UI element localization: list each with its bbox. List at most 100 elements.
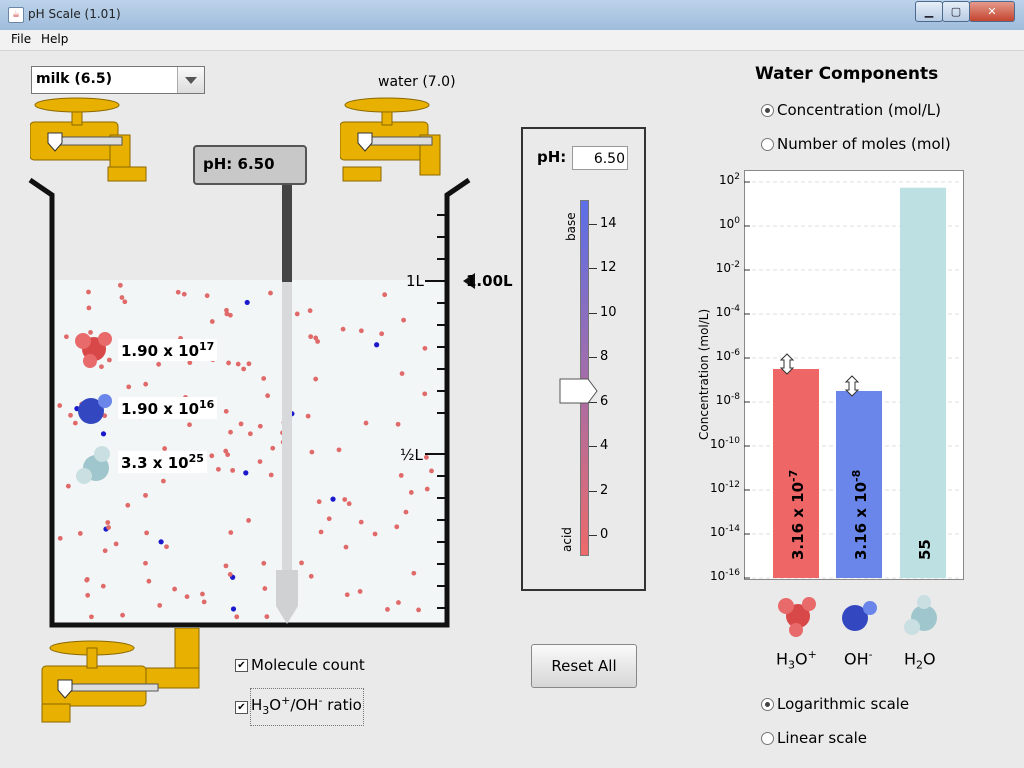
solution-dropdown-value: milk (6.5) — [36, 71, 112, 87]
h3o-particle — [204, 293, 210, 299]
h3o-particle — [226, 360, 231, 366]
water-faucet[interactable] — [340, 95, 460, 185]
concentration-radio[interactable] — [761, 104, 774, 117]
moles-radio[interactable] — [761, 138, 774, 151]
volume-label: 1.00L — [466, 272, 513, 290]
h3o-particle — [342, 497, 348, 502]
h2o-legend-icon — [904, 595, 937, 635]
h3o-particle — [382, 292, 388, 298]
acid-label: acid — [560, 527, 574, 552]
h3o-particle — [223, 563, 229, 569]
h3o-particle — [308, 573, 314, 579]
solution-dropdown[interactable]: milk (6.5) — [31, 66, 205, 94]
h3o-particle — [86, 305, 92, 311]
ph-probe-tube — [282, 282, 292, 572]
h3o-particle — [424, 454, 429, 460]
h3o-particle — [398, 473, 404, 478]
h3o-particle — [247, 431, 253, 437]
chart-y-tick-label: 10-4 — [715, 304, 740, 319]
h3o-particle — [246, 361, 252, 367]
ph-value-field[interactable]: 6.50 — [572, 146, 628, 170]
h3o-particle — [209, 453, 215, 459]
linear-scale-radio[interactable] — [761, 732, 774, 745]
h2o-molecule-icon — [76, 446, 110, 484]
h3o-particle — [294, 311, 300, 317]
h3o-particle — [172, 586, 177, 592]
oh-legend-icon — [842, 601, 877, 631]
h3o-particle — [143, 492, 148, 498]
close-button[interactable]: ✕ — [969, 1, 1015, 22]
h3o-particle — [143, 381, 149, 387]
h3o-particle — [326, 516, 332, 522]
ph-tick — [589, 535, 597, 536]
h3o-particle — [270, 445, 276, 451]
ph-tick-label: 4 — [600, 438, 609, 454]
chart-category-label: OH- — [844, 648, 873, 669]
h3o-legend-icon — [778, 597, 816, 637]
h3o-particle — [86, 289, 91, 295]
h3o-particle — [216, 466, 221, 472]
h3o-particle — [385, 607, 390, 612]
h3o-particle — [146, 578, 152, 584]
h3o-particle — [187, 422, 192, 428]
ratio-checkbox[interactable]: ✔ — [235, 701, 248, 714]
menu-bar: File Help — [0, 30, 1024, 51]
h3o-particle — [305, 413, 311, 419]
h3o-particle — [336, 447, 342, 453]
oh-particle — [243, 470, 249, 476]
h3o-particle — [309, 449, 315, 455]
ph-slider-knob[interactable] — [559, 377, 599, 407]
oh-count: 1.90 x 1016 — [118, 397, 218, 419]
water-faucet-label: water (7.0) — [378, 74, 456, 90]
h3o-particle — [396, 600, 401, 605]
h3o-particle — [313, 376, 319, 382]
h3o-particle — [227, 572, 233, 577]
ph-tick-label: 6 — [600, 393, 609, 409]
menu-help[interactable]: Help — [41, 32, 68, 46]
h3o-particle — [344, 592, 350, 598]
chart-y-tick-label: 100 — [718, 216, 740, 231]
molecule-count-checkbox[interactable]: ✔ — [235, 659, 248, 672]
chevron-down-icon[interactable] — [177, 67, 204, 93]
h3o-particle — [57, 403, 63, 408]
ph-tick — [589, 357, 597, 359]
h3o-particle — [156, 361, 162, 367]
h3o-particle — [144, 530, 150, 536]
h3o-particle — [102, 548, 108, 554]
h2o-count: 3.3 x 1025 — [118, 451, 207, 473]
chart-y-tick-label: 10-6 — [715, 348, 740, 363]
h3o-particle — [395, 421, 401, 427]
h3o-particle — [358, 328, 364, 334]
h3o-particle — [63, 334, 69, 340]
ph-tick-label: 0 — [600, 527, 609, 542]
h3o-particle — [125, 502, 131, 508]
minimize-button[interactable]: ▁ — [915, 1, 943, 22]
chart-y-tick-label: 10-14 — [710, 524, 740, 539]
chart-bar-value-label: 3.16 x 10-7 — [787, 469, 807, 560]
h3o-particle — [105, 520, 111, 525]
ph-probe-display[interactable]: pH: 6.50 — [193, 145, 307, 185]
logarithmic-scale-radio[interactable] — [761, 698, 774, 711]
h3o-particle — [241, 366, 247, 372]
chart-category-label: H3O+ — [776, 648, 817, 672]
water-components-title: Water Components — [755, 64, 939, 84]
linear-scale-label: Linear scale — [777, 729, 868, 747]
ph-tick-label: 12 — [600, 260, 617, 276]
menu-file[interactable]: File — [11, 32, 31, 46]
base-label: base — [564, 212, 578, 241]
h3o-particle — [120, 612, 125, 618]
ph-tick — [589, 490, 597, 492]
ph-tick — [589, 446, 597, 448]
window-title: pH Scale (1.01) — [28, 7, 121, 21]
oh-particle — [100, 431, 107, 437]
drain-faucet[interactable] — [40, 628, 210, 728]
solution-faucet[interactable] — [30, 95, 150, 185]
h3o-particle — [308, 334, 314, 340]
reset-all-button[interactable]: Reset All — [531, 644, 637, 688]
h3o-particle — [246, 518, 251, 523]
h3o-particle — [372, 531, 378, 537]
maximize-button[interactable]: ▢ — [942, 1, 970, 22]
h3o-particle — [223, 448, 229, 454]
ph-tick — [589, 268, 597, 270]
chart-y-tick-label: 102 — [718, 172, 740, 187]
